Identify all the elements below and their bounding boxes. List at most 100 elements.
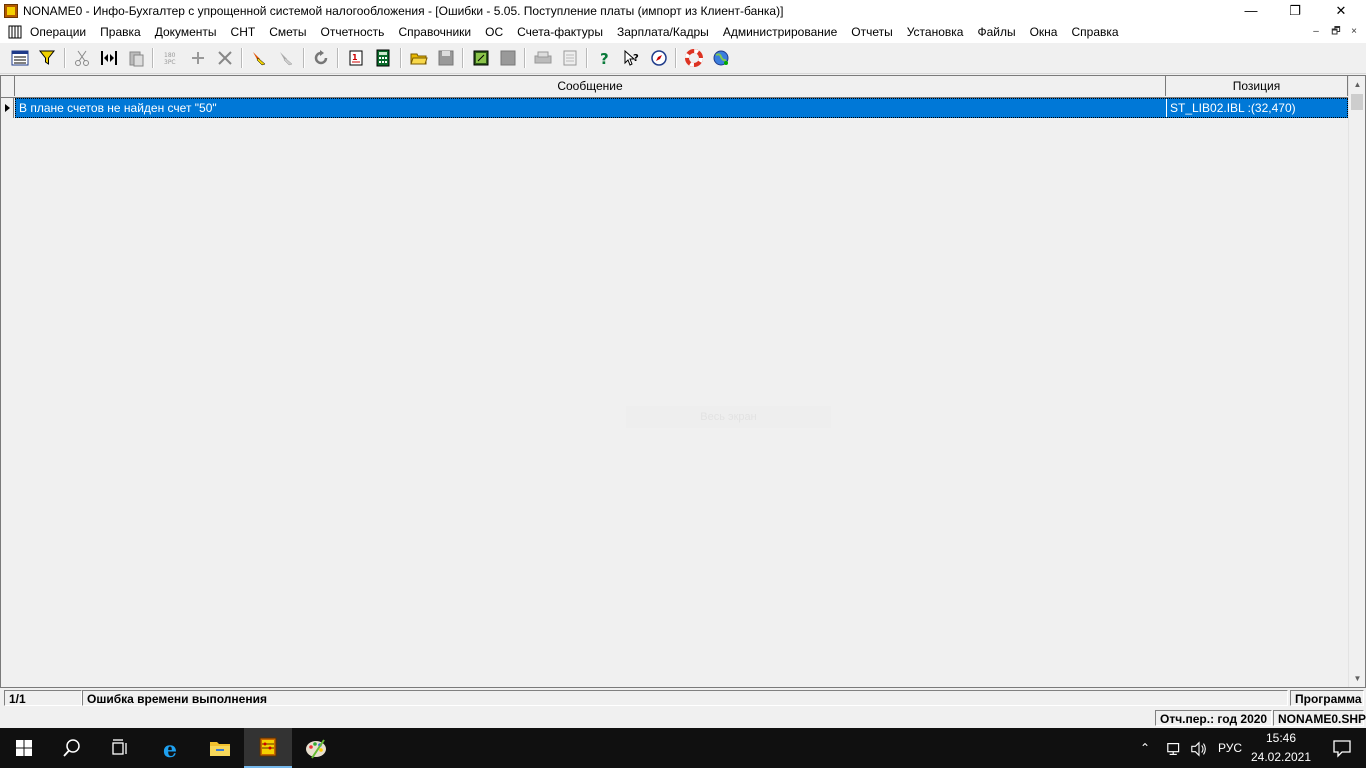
internet-explorer-icon: e xyxy=(163,737,177,760)
menu-reports[interactable]: Отчеты xyxy=(844,25,899,40)
abacus-icon xyxy=(259,737,277,757)
filter-icon[interactable] xyxy=(36,47,58,69)
start-button[interactable] xyxy=(0,728,48,768)
save-icon[interactable] xyxy=(435,47,457,69)
report-icon[interactable]: 1 xyxy=(345,47,367,69)
tray-overflow-icon[interactable]: ⌃ xyxy=(1140,728,1150,768)
help-icon[interactable]: ? xyxy=(594,47,616,69)
menu-fixed-assets[interactable]: ОС xyxy=(478,25,510,40)
maximize-button[interactable]: ❐ xyxy=(1272,0,1318,22)
scroll-thumb[interactable] xyxy=(1351,94,1363,110)
globe-icon[interactable] xyxy=(710,47,732,69)
svg-text:e: e xyxy=(163,737,177,760)
refresh-icon[interactable] xyxy=(310,47,332,69)
scroll-down-icon[interactable]: ▼ xyxy=(1349,670,1366,687)
mdi-minimize-button[interactable]: – xyxy=(1308,25,1324,39)
column-header-message[interactable]: Сообщение xyxy=(15,76,1166,96)
menu-invoices[interactable]: Счета-фактуры xyxy=(510,25,610,40)
export-icon[interactable] xyxy=(470,47,492,69)
row-indicator[interactable] xyxy=(1,98,14,118)
taskbar-infobuhgalter[interactable] xyxy=(244,728,292,768)
errors-grid: Сообщение Позиция В плане счетов не найд… xyxy=(0,75,1366,688)
mark-icon[interactable] xyxy=(248,47,270,69)
menu-windows[interactable]: Окна xyxy=(1023,25,1065,40)
menu-snt[interactable]: СНТ xyxy=(224,25,263,40)
toolbar-separator xyxy=(303,48,305,68)
task-view-button[interactable] xyxy=(96,728,144,768)
task-view-icon xyxy=(112,739,127,755)
status-message: Ошибка времени выполнения xyxy=(82,690,1288,706)
windows-logo-icon xyxy=(16,740,32,756)
number-icon[interactable]: 180 3PC xyxy=(160,47,182,69)
clock[interactable]: 15:46 24.02.2021 xyxy=(1246,730,1316,765)
ghost-overlay-label: Весь экран xyxy=(626,406,831,428)
move-icon[interactable] xyxy=(98,47,120,69)
search-button[interactable] xyxy=(48,728,96,768)
print-preview-icon[interactable] xyxy=(559,47,581,69)
report-period: Отч.пер.: год 2020 xyxy=(1155,710,1272,726)
taskbar-ie[interactable]: e xyxy=(148,728,196,768)
print-icon[interactable] xyxy=(532,47,554,69)
unmark-icon[interactable] xyxy=(275,47,297,69)
volume-icon[interactable] xyxy=(1190,728,1208,768)
blank-icon[interactable] xyxy=(497,47,519,69)
clock-date: 24.02.2021 xyxy=(1250,750,1312,764)
svg-text:3PC: 3PC xyxy=(164,59,176,66)
record-count: 1/1 xyxy=(4,690,82,706)
menu-help[interactable]: Справка xyxy=(1064,25,1125,40)
header-indicator xyxy=(1,76,15,96)
taskbar-paint[interactable] xyxy=(292,728,340,768)
period-status-bar: Отч.пер.: год 2020 NONAME0.SHP xyxy=(0,709,1366,728)
grid-view-icon[interactable] xyxy=(9,47,31,69)
menu-files[interactable]: Файлы xyxy=(970,25,1022,40)
menu-settings[interactable]: Установка xyxy=(900,25,971,40)
document-window-icon[interactable] xyxy=(8,25,22,39)
menu-administration[interactable]: Администрирование xyxy=(716,25,844,40)
toolbar-separator xyxy=(400,48,402,68)
search-icon xyxy=(63,739,80,757)
close-button[interactable]: ✕ xyxy=(1318,0,1364,22)
calculator-icon[interactable] xyxy=(372,47,394,69)
toolbar-separator xyxy=(586,48,588,68)
toolbar-separator xyxy=(675,48,677,68)
app-icon[interactable] xyxy=(4,4,18,18)
window-title: NONAME0 - Инфо-Бухгалтер с упрощенной си… xyxy=(23,4,784,18)
mdi-restore-button[interactable]: 🗗 xyxy=(1328,25,1344,39)
table-row[interactable]: В плане счетов не найден счет "50" ST_LI… xyxy=(15,98,1348,118)
notification-icon xyxy=(1333,740,1351,758)
compass-icon[interactable] xyxy=(648,47,670,69)
menu-edit[interactable]: Правка xyxy=(93,25,148,40)
menu-documents[interactable]: Документы xyxy=(148,25,224,40)
language-indicator[interactable]: РУС xyxy=(1218,728,1242,768)
scroll-up-icon[interactable]: ▲ xyxy=(1349,76,1366,93)
menu-payroll[interactable]: Зарплата/Кадры xyxy=(610,25,716,40)
toolbar-separator xyxy=(524,48,526,68)
cell-message: В плане счетов не найден счет "50" xyxy=(19,101,217,115)
menu-estimates[interactable]: Сметы xyxy=(262,25,313,40)
menu-reporting[interactable]: Отчетность xyxy=(314,25,392,40)
open-folder-icon[interactable] xyxy=(408,47,430,69)
toolbar: 180 3PC 1 ? ? xyxy=(0,43,1366,74)
menu-directories[interactable]: Справочники xyxy=(391,25,478,40)
cut-icon[interactable] xyxy=(71,47,93,69)
lifebuoy-icon[interactable] xyxy=(683,47,705,69)
svg-text:?: ? xyxy=(633,53,639,64)
context-help-icon[interactable]: ? xyxy=(621,47,643,69)
taskbar: e ⌃ РУС 15:46 24.02.2021 xyxy=(0,728,1366,768)
column-header-position[interactable]: Позиция xyxy=(1166,76,1348,96)
grid-header: Сообщение Позиция xyxy=(1,76,1348,98)
status-source: Программа xyxy=(1290,690,1364,706)
status-bar: 1/1 Ошибка времени выполнения Программа xyxy=(0,689,1366,708)
vertical-scrollbar[interactable]: ▲ ▼ xyxy=(1348,76,1365,687)
menu-operations[interactable]: Операции xyxy=(30,25,93,40)
notifications-button[interactable] xyxy=(1318,728,1366,768)
taskbar-explorer[interactable] xyxy=(196,728,244,768)
svg-text:1: 1 xyxy=(352,53,358,62)
add-icon[interactable] xyxy=(187,47,209,69)
minimize-button[interactable]: — xyxy=(1228,0,1274,22)
svg-text:180: 180 xyxy=(164,52,176,59)
mdi-close-button[interactable]: × xyxy=(1346,25,1362,39)
network-icon[interactable] xyxy=(1166,728,1184,768)
paste-icon[interactable] xyxy=(125,47,147,69)
delete-icon[interactable] xyxy=(214,47,236,69)
